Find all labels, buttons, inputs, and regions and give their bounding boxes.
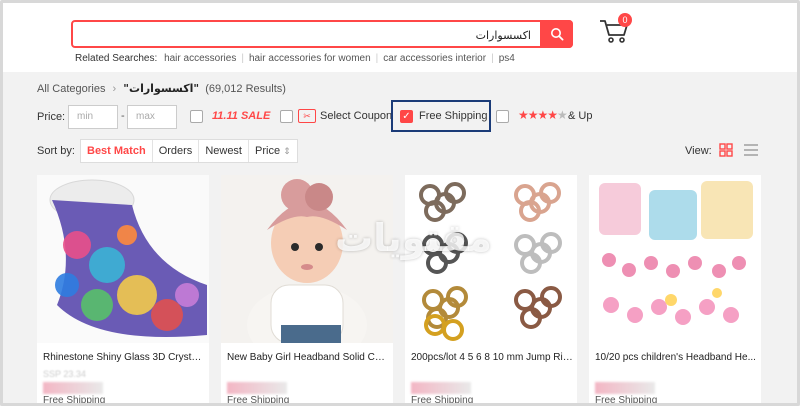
result-count: (69,012 Results) — [205, 83, 286, 95]
product-shipping: Free Shipping — [595, 395, 658, 406]
cart-count-badge: 0 — [618, 13, 632, 27]
divider: | — [375, 53, 379, 64]
product-image[interactable] — [589, 175, 761, 343]
product-price: SSP 23.34 — [43, 369, 86, 379]
sale-checkbox[interactable] — [190, 110, 203, 123]
search-button[interactable] — [540, 20, 573, 48]
related-search-link[interactable]: hair accessories — [164, 53, 236, 64]
product-title[interactable]: 10/20 pcs children's Headband He... — [595, 352, 757, 363]
related-search-link[interactable]: car accessories interior — [383, 53, 486, 64]
price-blurred — [411, 382, 471, 394]
rating-stars: ★★★★★ — [518, 108, 568, 122]
product-title[interactable]: New Baby Girl Headband Solid Col... — [227, 352, 389, 363]
product-title[interactable]: 200pcs/lot 4 5 6 8 10 mm Jump Rin... — [411, 352, 573, 363]
breadcrumb: All Categories › "اكسسوارات" (69,012 Res… — [37, 82, 286, 95]
free-shipping-label: Free Shipping — [419, 110, 488, 122]
price-max-input[interactable]: max — [127, 105, 177, 129]
related-search-link[interactable]: hair accessories for women — [249, 53, 371, 64]
sort-arrows-icon: ⇕ — [283, 146, 291, 156]
product-card[interactable]: Rhinestone Shiny Glass 3D Crystal ... SS… — [37, 175, 209, 406]
sort-options: Best Match Orders Newest Price ⇕ — [80, 139, 298, 163]
related-searches-title: Related Searches: — [75, 53, 158, 64]
product-image[interactable] — [405, 175, 577, 343]
product-card[interactable]: New Baby Girl Headband Solid Col... Free… — [221, 175, 393, 406]
price-blurred — [595, 382, 655, 394]
star-empty-icon: ★ — [557, 108, 568, 122]
price-min-input[interactable]: min — [68, 105, 118, 129]
header-bar: 0 Related Searches: hair accessories | hai… — [0, 0, 800, 72]
search-input[interactable] — [81, 25, 531, 45]
related-searches: Related Searches: hair accessories | hair … — [75, 53, 515, 64]
sort-newest[interactable]: Newest — [199, 140, 249, 162]
product-image[interactable] — [221, 175, 393, 343]
breadcrumb-all-categories[interactable]: All Categories — [37, 83, 105, 95]
sort-price[interactable]: Price ⇕ — [249, 140, 297, 162]
product-card[interactable]: 10/20 pcs children's Headband He... Free… — [589, 175, 761, 406]
coupon-icon: ✂ — [298, 109, 316, 123]
free-shipping-checkbox[interactable]: ✓ — [400, 110, 413, 123]
list-view-icon[interactable] — [743, 143, 759, 157]
sort-best-match[interactable]: Best Match — [81, 140, 153, 162]
coupon-label: Select Coupon — [320, 110, 393, 122]
price-dash: - — [121, 110, 125, 122]
breadcrumb-arrow: › — [112, 83, 117, 95]
price-blurred — [227, 382, 287, 394]
grid-view-icon[interactable] — [719, 143, 733, 157]
product-card[interactable]: 200pcs/lot 4 5 6 8 10 mm Jump Rin... Fre… — [405, 175, 577, 406]
breadcrumb-query: "اكسسوارات" — [123, 82, 200, 95]
price-blurred — [43, 382, 103, 394]
coupon-checkbox[interactable] — [280, 110, 293, 123]
related-search-link[interactable]: ps4 — [499, 53, 515, 64]
sort-price-label: Price — [255, 145, 281, 157]
product-shipping: Free Shipping — [227, 395, 290, 406]
search-icon — [550, 28, 564, 41]
search-box — [71, 20, 573, 48]
divider: | — [491, 53, 494, 64]
divider: | — [241, 53, 244, 64]
product-shipping: Free Shipping — [43, 395, 106, 406]
product-shipping: Free Shipping — [411, 395, 474, 406]
price-label: Price: — [37, 111, 66, 123]
rating-checkbox[interactable] — [496, 110, 509, 123]
view-label: View: — [685, 145, 712, 157]
sort-label: Sort by: — [37, 145, 75, 157]
product-image[interactable] — [37, 175, 209, 343]
product-title[interactable]: Rhinestone Shiny Glass 3D Crystal ... — [43, 352, 205, 363]
sale-label: 11.11 SALE — [212, 110, 271, 122]
rating-label: & Up — [568, 110, 593, 122]
sort-orders[interactable]: Orders — [153, 140, 200, 162]
